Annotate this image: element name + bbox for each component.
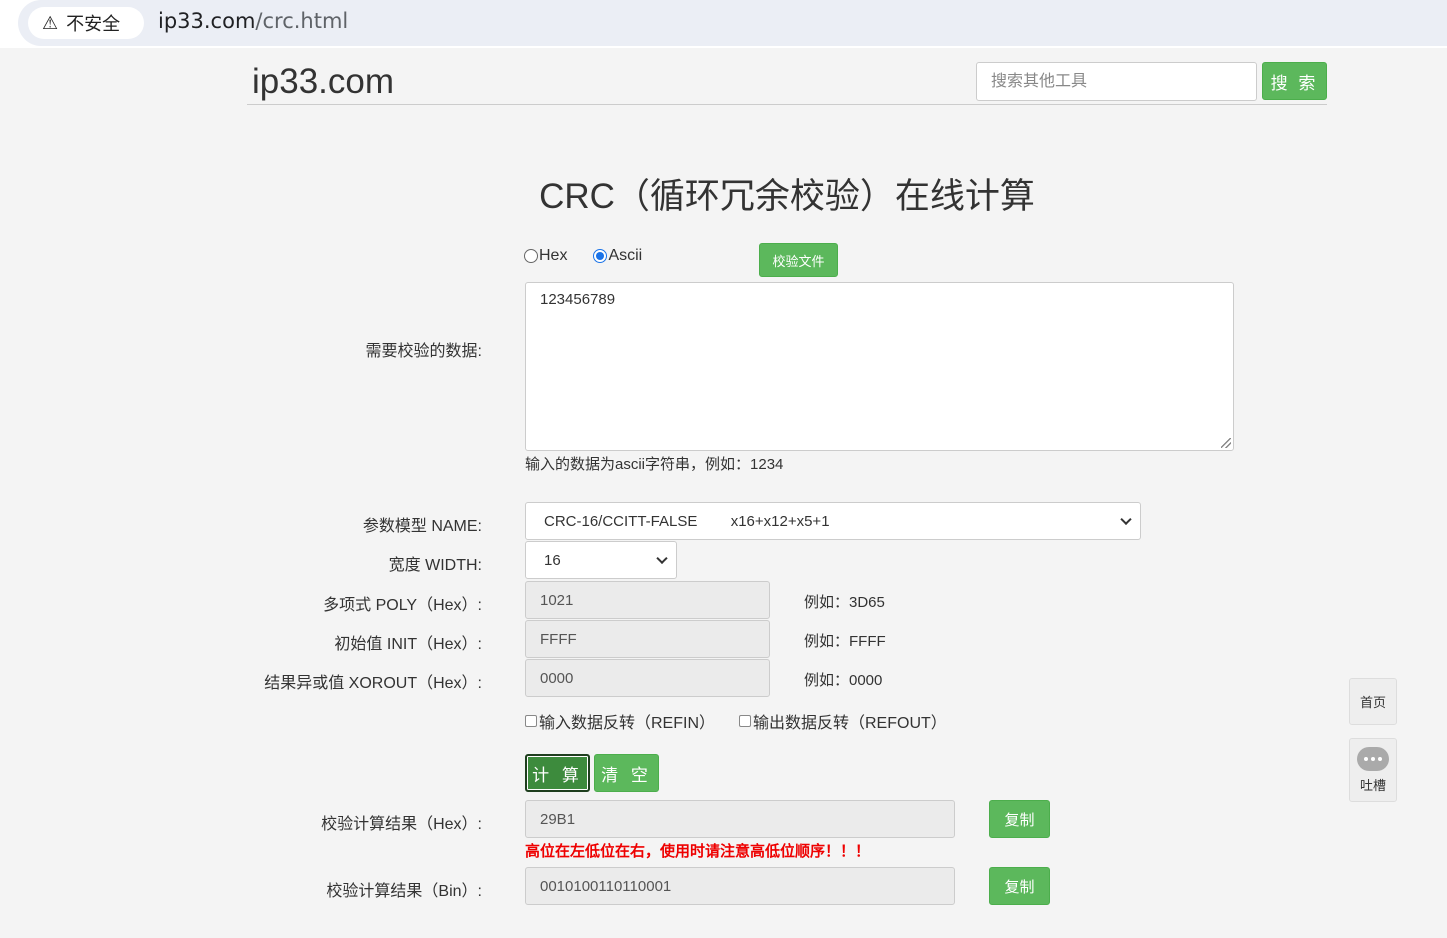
width-select-value: 16 (544, 551, 561, 569)
refin-checkbox[interactable] (525, 715, 537, 727)
side-feedback-button[interactable]: 吐槽 (1349, 738, 1397, 802)
name-label: 参数模型 NAME: (362, 518, 482, 535)
side-home-button[interactable]: 首页 (1349, 678, 1397, 725)
chevron-down-icon (1120, 513, 1132, 526)
radio-ascii-label[interactable]: Ascii (608, 247, 642, 265)
refin-row: 输入数据反转（REFIN） (525, 709, 715, 733)
copy-bin-button[interactable]: 复制 (989, 867, 1050, 905)
clear-button[interactable]: 清 空 (594, 754, 659, 792)
xorout-example: 例如：0000 (804, 672, 883, 689)
xorout-field[interactable]: 0000 (525, 659, 770, 697)
refin-label[interactable]: 输入数据反转（REFIN） (539, 709, 715, 733)
warning-icon: ⚠ (42, 12, 59, 34)
search-button[interactable]: 搜 索 (1262, 62, 1327, 100)
site-logo[interactable]: ip33.com (252, 62, 394, 102)
format-radio-group: Hex Ascii (524, 247, 642, 265)
search-input[interactable] (976, 62, 1257, 101)
result-hex-field[interactable]: 29B1 (525, 800, 955, 838)
header-divider (247, 104, 1327, 105)
page: ip33.com 搜 索 CRC（循环冗余校验）在线计算 Hex Ascii 校… (0, 48, 1447, 938)
url-text[interactable]: ip33.com/crc.html (158, 9, 348, 33)
check-file-button[interactable]: 校验文件 (759, 243, 838, 277)
radio-hex[interactable] (524, 249, 538, 263)
security-indicator[interactable]: ⚠ 不安全 (28, 7, 144, 39)
refout-label[interactable]: 输出数据反转（REFOUT） (753, 709, 947, 733)
refout-checkbox[interactable] (739, 715, 751, 727)
refout-row: 输出数据反转（REFOUT） (739, 709, 947, 733)
bit-order-warning: 高位在左低位在右，使用时请注意高低位顺序！！！ (525, 843, 871, 860)
model-select-value: CRC-16/CCITT-FALSE x16+x12+x5+1 (544, 512, 830, 530)
result-hex-label: 校验计算结果（Hex）: (321, 816, 482, 833)
radio-ascii[interactable] (593, 249, 608, 263)
side-home-label: 首页 (1359, 695, 1386, 710)
poly-field[interactable]: 1021 (525, 581, 770, 619)
browser-address-bar: ⚠ 不安全 ip33.com/crc.html (0, 0, 1447, 48)
side-feedback-label: 吐槽 (1359, 777, 1386, 793)
model-select[interactable]: CRC-16/CCITT-FALSE x16+x12+x5+1 (525, 502, 1141, 540)
width-select[interactable]: 16 (525, 541, 677, 579)
url-path: /crc.html (255, 9, 349, 33)
poly-example: 例如：3D65 (804, 594, 885, 611)
radio-hex-label[interactable]: Hex (539, 247, 567, 265)
init-field[interactable]: FFFF (525, 620, 770, 658)
resize-handle[interactable] (1221, 438, 1231, 448)
data-label: 需要校验的数据: (365, 343, 482, 360)
page-title: CRC（循环冗余校验）在线计算 (539, 177, 1035, 216)
result-bin-label: 校验计算结果（Bin）: (326, 883, 482, 900)
url-host: ip33.com (158, 9, 256, 33)
omnibox[interactable]: ⚠ 不安全 ip33.com/crc.html (18, 0, 1447, 46)
xorout-label: 结果异或值 XOROUT（Hex）: (264, 675, 482, 692)
calculate-button[interactable]: 计 算 (525, 754, 590, 792)
init-label: 初始值 INIT（Hex）: (334, 636, 482, 653)
width-label: 宽度 WIDTH: (388, 557, 482, 574)
copy-hex-button[interactable]: 复制 (989, 800, 1050, 838)
data-textarea[interactable]: 123456789 (525, 282, 1234, 451)
data-hint: 输入的数据为ascii字符串，例如：1234 (525, 456, 784, 473)
result-bin-field[interactable]: 0010100110110001 (525, 867, 955, 905)
init-example: 例如：FFFF (804, 633, 886, 650)
chat-bubble-icon (1357, 746, 1389, 771)
chevron-down-icon (656, 552, 668, 565)
data-text: 123456789 (540, 291, 616, 308)
security-label: 不安全 (66, 14, 121, 35)
poly-label: 多项式 POLY（Hex）: (323, 597, 482, 614)
